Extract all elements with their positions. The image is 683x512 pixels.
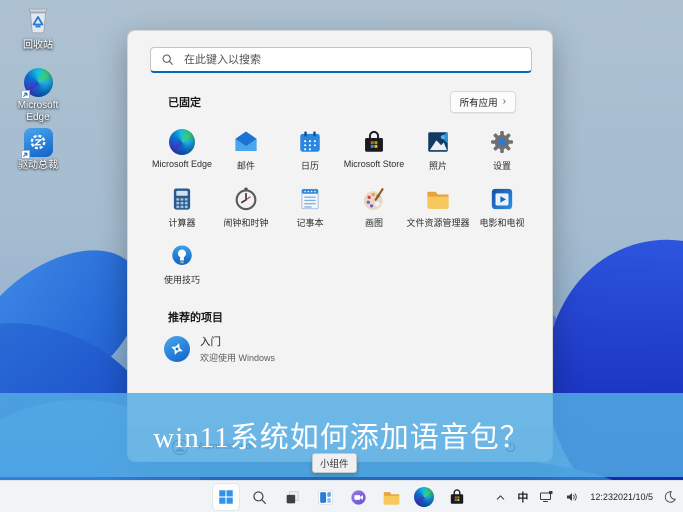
app-tile-settings[interactable]: 设置 xyxy=(470,125,534,182)
taskbar: 中 12:23 2021/10/5 xyxy=(0,480,683,512)
mail-icon xyxy=(235,130,257,151)
chat-button[interactable] xyxy=(345,484,371,510)
app-tile-label: 文件资源管理器 xyxy=(406,218,470,228)
folder-icon xyxy=(383,491,399,505)
app-tile-calendar[interactable]: 日历 xyxy=(278,125,342,182)
widgets-tooltip: 小组件 xyxy=(312,453,357,473)
recycle-bin-icon xyxy=(24,4,52,41)
desktop-icon-label: 回收站 xyxy=(23,40,53,51)
desktop-screen: 回收站 Microsoft Edge 驱动总裁 在此键入以搜索 已固定 所有应用… xyxy=(0,0,683,512)
network-icon xyxy=(540,491,553,502)
search-input[interactable] xyxy=(182,52,482,67)
volume-button[interactable] xyxy=(562,487,582,507)
app-tile-tips[interactable]: 使用技巧 xyxy=(150,239,214,296)
edge-icon xyxy=(169,128,195,155)
app-tile-alarms[interactable]: 闹钟和时钟 xyxy=(214,182,278,239)
taskbar-search-button[interactable] xyxy=(246,484,272,510)
search-icon xyxy=(252,490,266,504)
task-view-button[interactable] xyxy=(279,484,305,510)
search-icon xyxy=(162,54,173,65)
movies-tv-icon xyxy=(491,188,513,209)
clock-date: 2021/10/5 xyxy=(612,491,653,502)
photos-icon xyxy=(428,131,448,152)
app-tile-label: Microsoft Edge xyxy=(151,159,213,169)
network-button[interactable] xyxy=(536,487,556,507)
chevron-up-icon xyxy=(497,494,505,500)
all-apps-label: 所有应用 xyxy=(459,98,498,109)
desktop-icon-recycle-bin[interactable]: 回收站 xyxy=(10,6,66,52)
lightbulb-icon xyxy=(172,244,192,265)
app-tile-mail[interactable]: 邮件 xyxy=(214,125,278,182)
pinned-section-title: 已固定 xyxy=(168,97,201,109)
shortcut-arrow-icon xyxy=(21,150,30,159)
recommended-item-get-started[interactable]: 入门 欢迎使用 Windows xyxy=(164,334,275,364)
get-started-icon xyxy=(164,336,190,362)
recommended-section-title: 推荐的项目 xyxy=(168,312,223,324)
clock-time: 12:23 xyxy=(590,491,613,502)
app-tile-edge[interactable]: Microsoft Edge xyxy=(150,125,214,182)
ime-indicator[interactable]: 中 xyxy=(515,487,530,507)
app-tile-label: 使用技巧 xyxy=(163,275,200,285)
app-tile-notepad[interactable]: 记事本 xyxy=(278,182,342,239)
app-tile-label: 邮件 xyxy=(236,161,255,171)
app-tile-photos[interactable]: 照片 xyxy=(406,125,470,182)
app-tile-label: 设置 xyxy=(492,161,511,171)
store-button[interactable] xyxy=(444,484,470,510)
edge-button[interactable] xyxy=(411,484,437,510)
recommended-item-subtitle: 欢迎使用 Windows xyxy=(200,353,276,363)
notepad-icon xyxy=(301,188,319,209)
app-tile-label: 记事本 xyxy=(296,218,324,228)
widgets-icon xyxy=(317,489,333,505)
chevron-right-icon: › xyxy=(502,96,506,107)
all-apps-button[interactable]: 所有应用 › xyxy=(449,91,516,113)
desktop-icon-label: 驱动总裁 xyxy=(18,160,58,171)
app-tile-label: 照片 xyxy=(428,161,447,171)
app-tile-label: 电影和电视 xyxy=(479,218,525,228)
settings-gear-icon xyxy=(491,130,513,153)
file-explorer-button[interactable] xyxy=(378,484,404,510)
app-tile-paint[interactable]: 画图 xyxy=(342,182,406,239)
tray-overflow-button[interactable] xyxy=(492,489,509,506)
pinned-apps-grid: Microsoft Edge 邮件 日历 Microsoft Store 照片 … xyxy=(150,125,534,296)
calculator-icon xyxy=(173,187,191,210)
windows-start-icon xyxy=(219,490,233,504)
store-icon xyxy=(450,489,464,504)
clock-icon xyxy=(235,187,257,210)
shortcut-arrow-icon xyxy=(21,90,30,99)
calendar-icon xyxy=(300,130,320,152)
app-tile-label: Microsoft Store xyxy=(343,159,405,169)
caption-text: win11系统如何添加语音包？ xyxy=(153,422,530,454)
paint-palette-icon xyxy=(363,187,384,210)
app-tile-file-explorer[interactable]: 文件资源管理器 xyxy=(406,182,470,239)
start-button[interactable] xyxy=(213,484,239,510)
app-tile-store[interactable]: Microsoft Store xyxy=(342,125,406,182)
moon-icon xyxy=(664,491,676,503)
notification-center-button[interactable] xyxy=(661,488,679,506)
recommended-item-title: 入门 xyxy=(200,336,221,348)
desktop-icon-label: Microsoft Edge xyxy=(17,100,59,123)
chat-camera-icon xyxy=(350,489,366,505)
app-tile-label: 计算器 xyxy=(168,218,196,228)
app-tile-label: 画图 xyxy=(364,218,383,228)
app-tile-label: 闹钟和时钟 xyxy=(223,218,269,228)
start-search-box[interactable] xyxy=(150,47,532,73)
speaker-icon xyxy=(567,493,578,501)
system-tray: 中 12:23 2021/10/5 xyxy=(492,481,679,512)
store-icon xyxy=(365,130,383,152)
app-tile-label: 日历 xyxy=(300,161,319,171)
edge-icon xyxy=(414,487,434,507)
app-tile-movies-tv[interactable]: 电影和电视 xyxy=(470,182,534,239)
widgets-button[interactable] xyxy=(312,484,338,510)
desktop-icon-edge[interactable]: Microsoft Edge xyxy=(10,66,66,124)
folder-icon xyxy=(427,191,449,209)
task-view-icon xyxy=(286,490,299,503)
app-tile-calculator[interactable]: 计算器 xyxy=(150,182,214,239)
taskbar-clock[interactable]: 12:23 2021/10/5 xyxy=(588,490,655,505)
desktop-icon-driver-app[interactable]: 驱动总裁 xyxy=(10,126,66,172)
